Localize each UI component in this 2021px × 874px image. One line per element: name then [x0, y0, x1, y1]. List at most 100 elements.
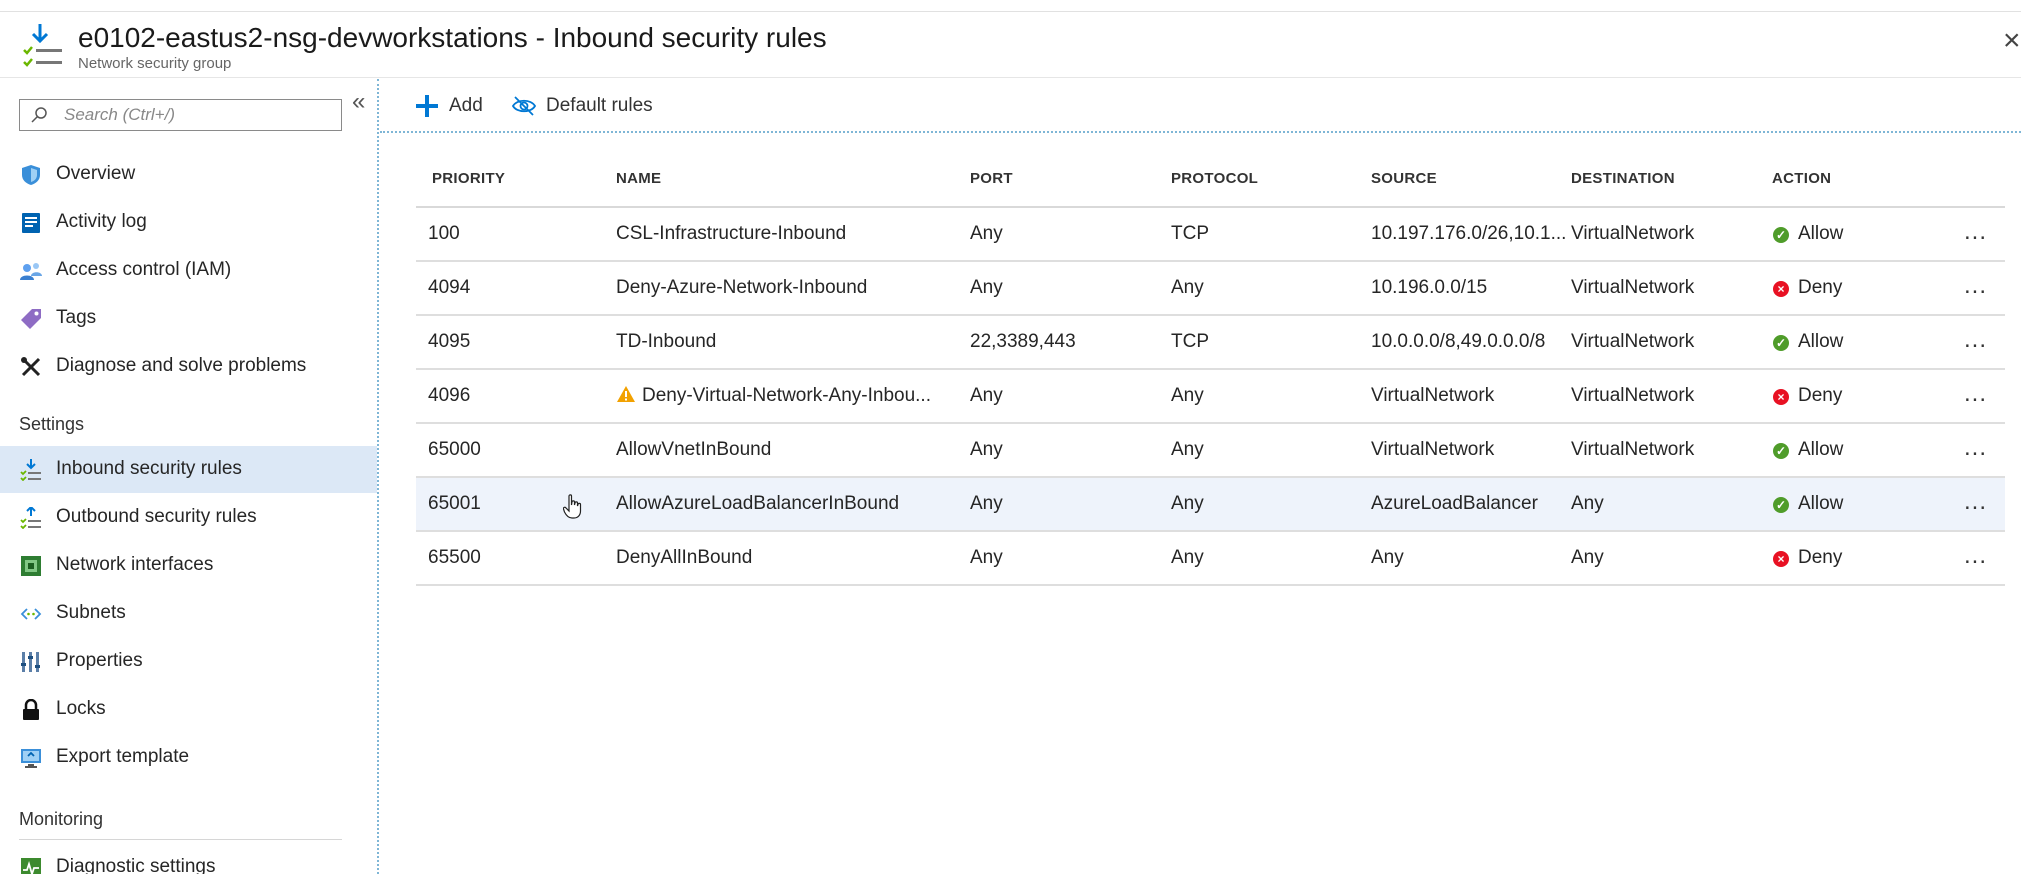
more-options-button[interactable]: ... [1964, 488, 1987, 516]
sidebar-item-label: Properties [56, 650, 143, 671]
table-row[interactable]: 100 CSL-Infrastructure-Inbound Any TCP 1… [416, 208, 2005, 262]
cell-protocol: Any [1171, 385, 1204, 406]
cell-protocol: Any [1171, 493, 1204, 514]
more-options-button[interactable]: ... [1964, 434, 1987, 462]
sidebar-item-locks[interactable]: Locks [0, 686, 377, 733]
more-options-button[interactable]: ... [1964, 272, 1987, 300]
cell-name: Deny-Azure-Network-Inbound [616, 277, 868, 298]
cell-destination: VirtualNetwork [1571, 385, 1695, 406]
cell-priority: 4094 [428, 277, 471, 298]
cell-port: Any [970, 277, 1003, 298]
cell-protocol: TCP [1171, 223, 1209, 244]
cell-name-with-warning: Deny-Virtual-Network-Any-Inbou... [616, 385, 931, 407]
sidebar: Search (Ctrl+/) « Overview Activity log … [0, 79, 378, 874]
sidebar-divider [19, 839, 342, 840]
sidebar-item-activity-log[interactable]: Activity log [0, 199, 377, 246]
cell-destination: VirtualNetwork [1571, 439, 1695, 460]
cell-source: VirtualNetwork [1371, 385, 1495, 406]
search-icon [31, 107, 47, 123]
table-row[interactable]: 4096 Deny-Virtual-Network-Any-Inbou... A… [416, 370, 2005, 424]
allow-check-icon: ✓ [1773, 227, 1789, 243]
deny-x-icon: × [1773, 551, 1789, 567]
cell-name: Deny-Virtual-Network-Any-Inbou... [642, 385, 931, 406]
table-row[interactable]: 65001 AllowAzureLoadBalancerInBound Any … [416, 478, 2005, 532]
sidebar-item-diagnostic-settings[interactable]: Diagnostic settings [0, 844, 377, 874]
column-header-port[interactable]: PORT [970, 170, 1013, 187]
plus-icon [416, 95, 438, 117]
sidebar-item-overview[interactable]: Overview [0, 151, 377, 198]
cell-protocol: Any [1171, 277, 1204, 298]
export-template-icon [21, 749, 41, 768]
sidebar-item-label: Locks [56, 698, 106, 719]
cell-port: Any [970, 385, 1003, 406]
sidebar-item-outbound-security-rules[interactable]: Outbound security rules [0, 494, 377, 541]
sidebar-item-label: Inbound security rules [56, 458, 242, 479]
monitoring-section-header: Monitoring [19, 809, 104, 829]
allow-check-icon: ✓ [1773, 335, 1789, 351]
more-options-button[interactable]: ... [1964, 326, 1987, 354]
more-options-button[interactable]: ... [1964, 380, 1987, 408]
lock-icon [23, 699, 39, 720]
sidebar-item-export-template[interactable]: Export template [0, 734, 377, 781]
column-header-destination[interactable]: DESTINATION [1571, 170, 1675, 187]
cell-destination: VirtualNetwork [1571, 277, 1695, 298]
cell-port: Any [970, 493, 1003, 514]
add-button-label: Add [449, 95, 483, 116]
hand-cursor-icon [563, 494, 582, 519]
cell-name: AllowAzureLoadBalancerInBound [616, 493, 900, 514]
cell-protocol: Any [1171, 547, 1204, 568]
cell-source: AzureLoadBalancer [1371, 493, 1538, 514]
cell-name: DenyAllInBound [616, 547, 753, 568]
cell-action: Allow [1798, 493, 1844, 514]
wrench-icon [21, 357, 41, 377]
security-rules-table: PRIORITY NAME PORT PROTOCOL SOURCE DESTI… [416, 150, 2005, 586]
cell-port: 22,3389,443 [970, 331, 1076, 352]
sidebar-item-label: Network interfaces [56, 554, 214, 575]
cell-destination: Any [1571, 547, 1604, 568]
sidebar-item-label: Tags [56, 307, 97, 328]
table-row[interactable]: 4095 TD-Inbound 22,3389,443 TCP 10.0.0.0… [416, 316, 2005, 370]
sidebar-item-diagnose[interactable]: Diagnose and solve problems [0, 343, 377, 390]
default-rules-button[interactable]: Default rules [512, 91, 653, 121]
sidebar-item-label: Overview [56, 163, 136, 184]
page-subtitle: Network security group [78, 55, 232, 72]
column-header-action[interactable]: ACTION [1772, 170, 1831, 187]
cell-action: Allow [1798, 223, 1844, 244]
more-options-button[interactable]: ... [1964, 218, 1987, 246]
cell-priority: 65001 [428, 493, 481, 514]
hide-eye-icon [512, 96, 536, 116]
outbound-rules-icon [20, 507, 41, 529]
add-button[interactable]: Add [415, 91, 483, 121]
sidebar-item-network-interfaces[interactable]: Network interfaces [0, 542, 377, 589]
table-row[interactable]: 65000 AllowVnetInBound Any Any VirtualNe… [416, 424, 2005, 478]
column-header-source[interactable]: SOURCE [1371, 170, 1437, 187]
cell-priority: 65500 [428, 547, 481, 568]
cell-name: TD-Inbound [616, 331, 717, 352]
cell-destination: VirtualNetwork [1571, 223, 1695, 244]
sidebar-item-subnets[interactable]: Subnets [0, 590, 377, 637]
sidebar-item-properties[interactable]: Properties [0, 638, 377, 685]
column-header-name[interactable]: NAME [616, 170, 661, 187]
page-title: e0102-eastus2-nsg-devworkstations - Inbo… [78, 22, 827, 53]
column-header-protocol[interactable]: PROTOCOL [1171, 170, 1258, 187]
sidebar-item-tags[interactable]: Tags [0, 295, 377, 342]
sidebar-item-label: Activity log [56, 211, 147, 232]
table-row[interactable]: 65500 DenyAllInBound Any Any Any Any × D… [416, 532, 2005, 586]
sidebar-item-access-control[interactable]: Access control (IAM) [0, 247, 377, 294]
collapse-sidebar-icon[interactable]: « [352, 88, 365, 116]
sidebar-item-label: Diagnose and solve problems [56, 355, 307, 376]
sidebar-item-inbound-security-rules[interactable]: Inbound security rules [0, 446, 377, 493]
table-row[interactable]: 4094 Deny-Azure-Network-Inbound Any Any … [416, 262, 2005, 316]
top-strip [0, 0, 2021, 12]
default-rules-label: Default rules [546, 95, 653, 116]
network-interface-icon [21, 556, 41, 576]
cell-action: Deny [1798, 547, 1843, 568]
search-placeholder: Search (Ctrl+/) [64, 105, 175, 124]
warning-icon [617, 386, 635, 402]
more-options-button[interactable]: ... [1964, 542, 1987, 570]
close-icon[interactable]: × [2003, 26, 2021, 56]
cell-destination: Any [1571, 493, 1604, 514]
column-header-priority[interactable]: PRIORITY [432, 170, 505, 187]
deny-x-icon: × [1773, 281, 1789, 297]
search-input[interactable]: Search (Ctrl+/) [19, 99, 342, 131]
